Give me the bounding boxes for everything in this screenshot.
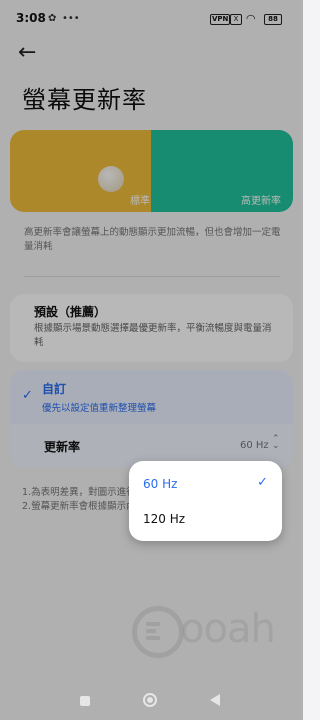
selected-check-icon: ✓ bbox=[257, 475, 268, 490]
nav-bar bbox=[0, 680, 303, 720]
watermark-text: ooah bbox=[180, 606, 276, 652]
nav-back-icon[interactable] bbox=[210, 694, 220, 706]
watermark-bars-icon bbox=[146, 622, 162, 643]
home-dot-icon bbox=[147, 697, 153, 703]
watermark-logo: ooah bbox=[132, 606, 302, 666]
popup-option-120hz[interactable]: 120 Hz bbox=[143, 512, 185, 526]
popup-option-60hz[interactable]: 60 Hz bbox=[143, 477, 177, 491]
refresh-rate-popup: 60 Hz ✓ 120 Hz bbox=[129, 461, 282, 541]
recents-icon[interactable] bbox=[80, 696, 90, 706]
